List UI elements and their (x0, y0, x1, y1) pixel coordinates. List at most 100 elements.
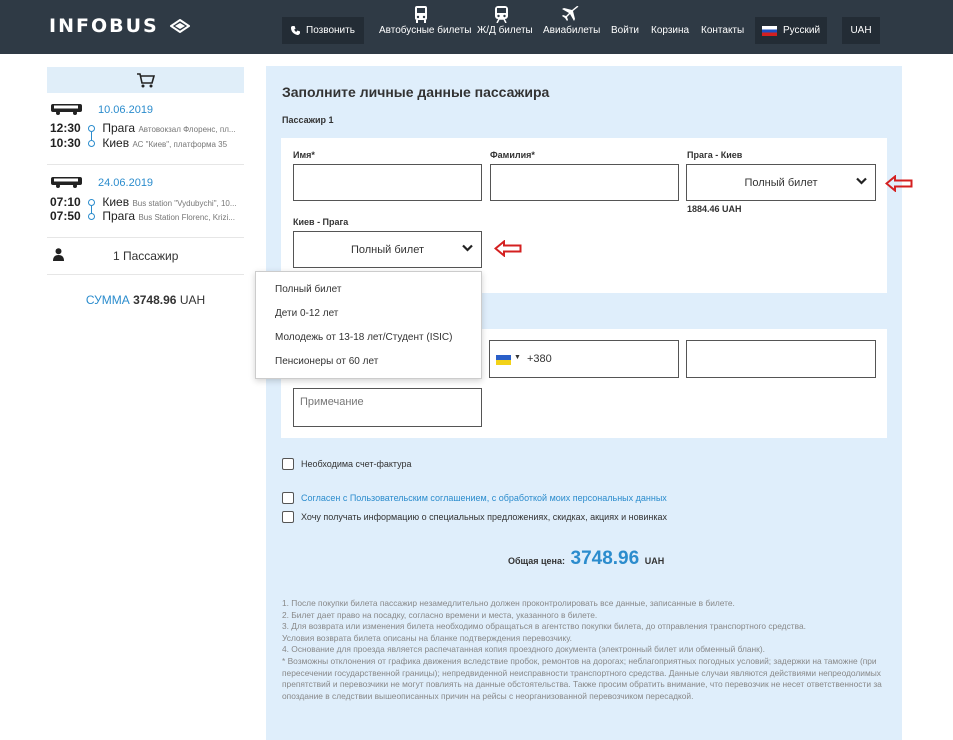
depart-time: 07:10 (50, 195, 81, 209)
route2-ticket-select[interactable]: Полный билет (293, 231, 482, 268)
top-header: INFOBUS Позвонить Автобусные билеты Ж/Д … (0, 0, 953, 54)
divider (47, 237, 244, 238)
red-arrow-icon (494, 240, 522, 257)
chevron-down-icon (856, 177, 867, 185)
sum-currency: UAH (179, 293, 206, 307)
agree-checkbox[interactable] (282, 492, 294, 504)
invoice-checkbox[interactable] (282, 458, 294, 470)
extra-input[interactable] (686, 340, 876, 378)
logo-text: INFOBUS (49, 15, 159, 37)
cart-icon (136, 72, 155, 87)
trip-arrive-row: 10:30 Киев АС "Киев", платформа 35 (50, 136, 227, 150)
first-name-input[interactable] (293, 164, 482, 201)
note-line: Условия возврата билета описаны на бланк… (282, 632, 572, 643)
note-line: 2. Билет дает право на посадку, согласно… (282, 609, 598, 620)
plane-icon (562, 6, 579, 21)
last-name-input[interactable] (490, 164, 679, 201)
depart-stop: Bus station "Vydubychi", 10... (132, 199, 237, 208)
logo-mark-icon (170, 19, 191, 33)
note-line: 4. Основание для проезда является распеч… (282, 644, 765, 655)
note-textarea[interactable]: Примечание (293, 388, 482, 427)
currency-selector[interactable]: UAH (842, 17, 880, 44)
trip-depart-row: 12:30 Прага Автовокзал Флоренс, пл... (50, 121, 236, 135)
russia-flag-icon (761, 25, 777, 36)
passenger-heading: Пассажир 1 (282, 115, 334, 125)
arrive-time: 07:50 (50, 209, 81, 223)
depart-stop: Автовокзал Флоренс, пл... (138, 125, 236, 134)
caret-down-icon: ▼ (514, 354, 521, 361)
passenger-count-label: 1 Пассажир (113, 249, 179, 263)
cart-bar[interactable] (47, 67, 244, 93)
bus-icon (415, 6, 427, 23)
route2-label: Киев - Прага (293, 217, 349, 227)
nav-cart[interactable]: Корзина (651, 25, 689, 36)
phone-icon (291, 26, 301, 35)
dropdown-option[interactable]: Молодежь от 13-18 лет/Студент (ISIC) (275, 332, 452, 343)
page-title: Заполните личные данные пассажира (282, 84, 550, 100)
nav-bus-tickets[interactable]: Автобусные билеты (379, 25, 471, 36)
chevron-down-icon (462, 244, 473, 252)
arrive-stop: Bus Station Florenc, Krizi... (138, 213, 235, 222)
infobus-logo[interactable]: INFOBUS (49, 15, 191, 37)
user-icon (53, 248, 64, 261)
dropdown-option[interactable]: Дети 0-12 лет (275, 308, 338, 319)
passenger-card (281, 138, 887, 293)
bus-side-icon (51, 104, 82, 115)
sum-value: 3748.96 (133, 293, 177, 307)
passenger-count: 1 Пассажир (47, 247, 244, 265)
nav-login[interactable]: Войти (611, 25, 639, 36)
route1-label: Прага - Киев (687, 150, 743, 160)
arrive-stop: АС "Киев", платформа 35 (132, 140, 228, 149)
depart-time: 12:30 (50, 121, 81, 135)
depart-city: Прага (102, 121, 136, 135)
route1-ticket-value: Полный билет (744, 176, 818, 189)
phone-input[interactable]: ▼ +380 (489, 340, 679, 378)
total-price: Общая цена: 3748.96 UAH (508, 548, 664, 570)
call-button[interactable]: Позвонить (282, 17, 364, 44)
route-dot (88, 125, 95, 132)
total-currency: UAH (644, 556, 665, 566)
nav-contacts[interactable]: Контакты (701, 25, 744, 36)
invoice-label: Необходима счет-фактура (301, 459, 412, 469)
agree-link[interactable]: Согласен с Пользовательским соглашением,… (301, 493, 667, 503)
trip-arrive-row: 07:50 Прага Bus Station Florenc, Krizi..… (50, 209, 235, 223)
route1-price: 1884.46 UAH (687, 204, 742, 214)
arrive-time: 10:30 (50, 136, 81, 150)
nav-train-tickets[interactable]: Ж/Д билеты (477, 25, 533, 36)
sum-label: СУММА (85, 293, 130, 307)
arrive-city: Киев (102, 136, 130, 150)
trip-return: 24.06.2019 07:10 Киев Bus station "Vydub… (47, 177, 244, 233)
language-label: Русский (782, 25, 821, 36)
bus-side-icon (51, 177, 82, 188)
nav-air-tickets[interactable]: Авиабилеты (543, 25, 600, 36)
train-icon (495, 6, 508, 23)
divider (47, 164, 244, 165)
divider (47, 274, 244, 275)
first-name-label: Имя* (293, 150, 315, 160)
note-line: 3. Для возврата или изменения билета нео… (282, 621, 806, 632)
total-label: Общая цена: (508, 556, 565, 566)
note-line: 1. После покупки билета пассажир незамед… (282, 598, 735, 608)
red-arrow-icon (885, 175, 913, 192)
phone-code: +380 (527, 353, 552, 365)
sidebar-sum: СУММА 3748.96 UAH (47, 293, 244, 307)
dropdown-option[interactable]: Пенсионеры от 60 лет (275, 356, 378, 367)
trip-outbound: 10.06.2019 12:30 Прага Автовокзал Флорен… (47, 104, 244, 160)
note-line: * Возможны отклонения от графика движени… (282, 655, 882, 701)
ukraine-flag-icon (496, 355, 511, 365)
subscribe-label: Хочу получать информацию о специальных п… (301, 512, 668, 522)
total-value: 3748.96 (570, 548, 640, 569)
last-name-label: Фамилия* (490, 150, 535, 160)
route2-ticket-value: Полный билет (350, 243, 425, 256)
terms-notes: 1. После покупки билета пассажир незамед… (282, 598, 892, 702)
trip-depart-row: 07:10 Киев Bus station "Vydubychi", 10..… (50, 195, 237, 209)
trip-date: 24.06.2019 (98, 177, 154, 189)
dropdown-option[interactable]: Полный билет (275, 284, 341, 295)
trip-date: 10.06.2019 (98, 104, 154, 116)
route1-ticket-select[interactable]: Полный билет (686, 164, 876, 201)
arrive-city: Прага (102, 209, 136, 223)
ticket-type-dropdown: Полный билет Дети 0-12 лет Молодежь от 1… (255, 271, 482, 379)
depart-city: Киев (102, 195, 130, 209)
language-selector[interactable]: Русский (755, 17, 827, 44)
subscribe-checkbox[interactable] (282, 511, 294, 523)
